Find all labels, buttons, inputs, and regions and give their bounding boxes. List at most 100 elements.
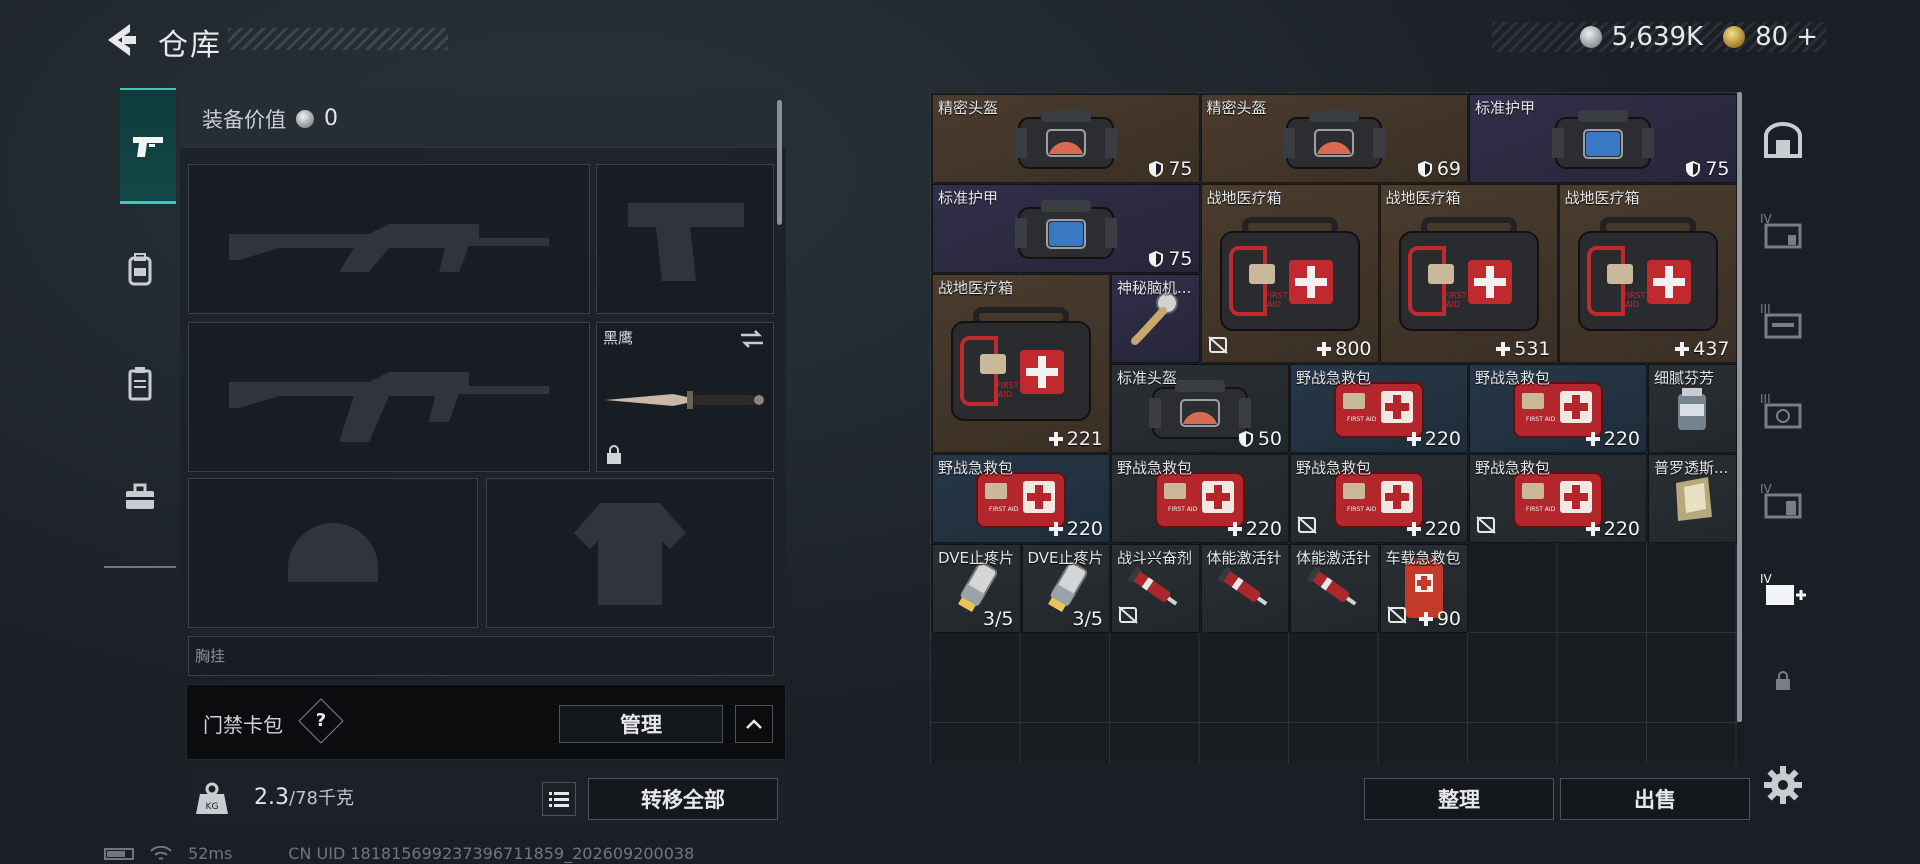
item-stat: 220 bbox=[1585, 428, 1640, 450]
item-name: 神秘脑机... bbox=[1117, 279, 1192, 297]
svg-text:AID: AID bbox=[1625, 300, 1639, 309]
item-name: DVE止疼片 bbox=[1027, 549, 1104, 567]
storage-item[interactable]: 普罗透斯... bbox=[1648, 454, 1737, 543]
item-name: 细腻芬芳 bbox=[1654, 369, 1715, 387]
heal-plus-icon bbox=[1227, 522, 1242, 536]
tab-storage-iv-plus[interactable]: IV bbox=[1750, 546, 1816, 636]
tab-safe-box[interactable] bbox=[1750, 96, 1816, 186]
tab-toolbox[interactable] bbox=[104, 440, 176, 554]
tab-vest[interactable] bbox=[104, 326, 176, 440]
sell-button[interactable]: 出售 bbox=[1560, 778, 1750, 820]
storage-item[interactable]: 标准护甲 75 bbox=[1469, 94, 1737, 183]
storage-item[interactable]: 体能激活针 bbox=[1200, 544, 1289, 633]
lock-icon bbox=[1776, 671, 1790, 690]
item-flag bbox=[1118, 606, 1138, 628]
helmet-slot[interactable] bbox=[188, 478, 478, 628]
storage-item[interactable]: DVE止疼片 3/5 bbox=[1021, 544, 1110, 633]
storage-item[interactable]: DVE止疼片 3/5 bbox=[932, 544, 1021, 633]
shield-icon bbox=[1686, 161, 1701, 177]
weight-icon: KG bbox=[196, 782, 228, 814]
storage-item[interactable]: 战地医疗箱 FIRST AID 800 bbox=[1200, 184, 1379, 363]
back-button[interactable] bbox=[100, 18, 144, 62]
equipment-category-tabs bbox=[104, 88, 176, 568]
equipment-scrollbar[interactable] bbox=[777, 100, 782, 225]
storage-level-iv-icon: IV bbox=[1760, 212, 1802, 249]
pistol-silhouette-icon bbox=[597, 165, 773, 313]
svg-text:FIRST: FIRST bbox=[1623, 291, 1646, 300]
list-view-button[interactable] bbox=[542, 782, 576, 816]
storage-item[interactable]: 野战急救包 FIRST AID 220 bbox=[1290, 364, 1468, 453]
shield-icon bbox=[1238, 431, 1253, 447]
heal-plus-icon bbox=[1418, 612, 1433, 626]
status-line: 52ms CN UID 181815699237396711859_202609… bbox=[104, 844, 694, 863]
storage-item[interactable]: 标准头盔 50 bbox=[1111, 364, 1289, 453]
item-name: 野战急救包 bbox=[1475, 369, 1551, 387]
svg-text:FIRST AID: FIRST AID bbox=[1526, 506, 1556, 513]
storage-item[interactable]: 体能激活针 bbox=[1290, 544, 1379, 633]
storage-item[interactable]: 野战急救包 FIRST AID 220 bbox=[1111, 454, 1289, 543]
settings-button[interactable] bbox=[1760, 762, 1806, 808]
storage-item[interactable]: 野战急救包 FIRST AID 220 bbox=[932, 454, 1110, 543]
tab-storage-iii[interactable]: III bbox=[1750, 276, 1816, 366]
storage-level-iii-icon: III bbox=[1760, 302, 1802, 339]
transfer-all-button[interactable]: 转移全部 bbox=[588, 778, 778, 820]
storage-item[interactable]: 标准护甲 75 bbox=[932, 184, 1200, 273]
item-name: 标准头盔 bbox=[1117, 369, 1178, 387]
item-image: FIRST AID bbox=[1208, 203, 1372, 344]
tab-weapons[interactable] bbox=[120, 88, 176, 204]
item-name: 体能激活针 bbox=[1296, 549, 1372, 567]
heal-plus-icon bbox=[1406, 432, 1421, 446]
sidearm-slot[interactable] bbox=[596, 164, 774, 314]
tab-storage-iv-2[interactable]: IV bbox=[1750, 456, 1816, 546]
collapse-button[interactable] bbox=[735, 705, 773, 743]
tab-backpack[interactable] bbox=[104, 212, 176, 326]
storage-item[interactable]: 车载急救包 90 bbox=[1379, 544, 1468, 633]
primary-weapon-slot[interactable] bbox=[188, 164, 590, 314]
svg-text:FIRST AID: FIRST AID bbox=[1526, 416, 1556, 423]
item-name: 野战急救包 bbox=[1475, 459, 1551, 477]
armor-slot[interactable] bbox=[486, 478, 774, 628]
item-image: FIRST AID bbox=[1297, 471, 1461, 528]
storage-item[interactable]: 战斗兴奋剂 bbox=[1111, 544, 1200, 633]
swap-icon[interactable] bbox=[739, 329, 765, 349]
storage-item[interactable]: 细腻芬芳 bbox=[1648, 364, 1737, 453]
gold-amount: 80 bbox=[1755, 22, 1789, 52]
svg-text:AID: AID bbox=[998, 390, 1012, 399]
storage-item[interactable]: 神秘脑机... bbox=[1111, 274, 1200, 363]
tab-storage-iii-2[interactable]: III bbox=[1750, 366, 1816, 456]
storage-scrollbar[interactable] bbox=[1737, 92, 1742, 722]
storage-item[interactable]: 战地医疗箱 FIRST AID 437 bbox=[1558, 184, 1737, 363]
storage-item[interactable]: 精密头盔 75 bbox=[932, 94, 1200, 183]
storage-item[interactable]: 战地医疗箱 FIRST AID 221 bbox=[932, 274, 1110, 453]
wifi-icon bbox=[150, 845, 172, 860]
svg-text:FIRST AID: FIRST AID bbox=[1168, 506, 1198, 513]
storage-item[interactable]: 精密头盔 69 bbox=[1200, 94, 1468, 183]
item-stat: 75 bbox=[1685, 158, 1730, 180]
storage-level-iv-icon: IV bbox=[1760, 482, 1802, 519]
tab-locked[interactable] bbox=[1750, 636, 1816, 726]
secondary-weapon-slot[interactable] bbox=[188, 322, 590, 472]
item-stat-value: 221 bbox=[1066, 428, 1103, 450]
sort-button[interactable]: 整理 bbox=[1364, 778, 1554, 820]
item-stat-value: 220 bbox=[1424, 428, 1461, 450]
item-name: 标准护甲 bbox=[938, 189, 999, 207]
pistol-icon bbox=[133, 136, 163, 157]
heal-plus-icon bbox=[1585, 522, 1600, 536]
manage-button[interactable]: 管理 bbox=[559, 705, 723, 743]
storage-page-tabs: IV III III IV IV bbox=[1750, 96, 1816, 796]
storage-item[interactable]: 野战急救包 FIRST AID 220 bbox=[1290, 454, 1468, 543]
melee-slot[interactable]: 黑鹰 bbox=[596, 322, 774, 472]
item-name: 战地医疗箱 bbox=[1206, 189, 1282, 207]
storage-item[interactable]: 战地医疗箱 FIRST AID 531 bbox=[1379, 184, 1558, 363]
gold-add-button[interactable]: + bbox=[1796, 22, 1818, 52]
tab-storage-iv[interactable]: IV bbox=[1750, 186, 1816, 276]
help-button[interactable]: ? bbox=[298, 698, 344, 744]
chest-rig-slot[interactable]: 胸挂 bbox=[188, 636, 774, 676]
no-trade-icon bbox=[1207, 336, 1228, 354]
silver-coin-icon bbox=[296, 109, 314, 128]
rifle-silhouette-icon bbox=[189, 323, 589, 471]
storage-item[interactable]: 野战急救包 FIRST AID 220 bbox=[1469, 364, 1647, 453]
item-stat-value: 220 bbox=[1066, 518, 1103, 540]
storage-item[interactable]: 野战急救包 FIRST AID 220 bbox=[1469, 454, 1647, 543]
item-stat: 437 bbox=[1675, 338, 1730, 360]
